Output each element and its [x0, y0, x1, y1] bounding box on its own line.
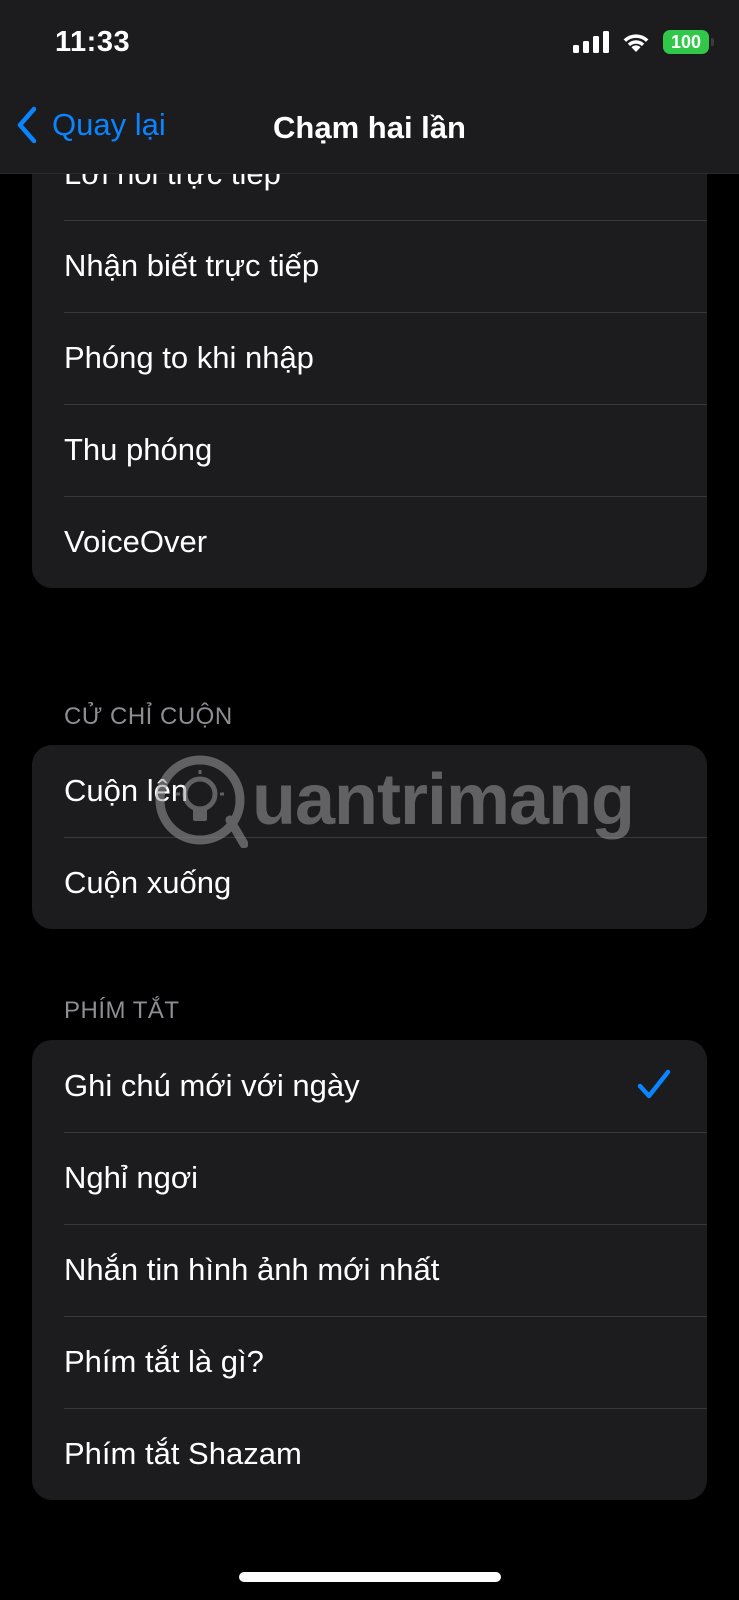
list-item-label: Phím tắt Shazam	[64, 1436, 302, 1471]
list-item-label: Thu phóng	[64, 432, 213, 467]
list-item[interactable]: Cuộn xuống	[32, 837, 707, 929]
list-item[interactable]: Ghi chú mới với ngày	[32, 1040, 707, 1132]
list-item-label: Phím tắt là gì?	[64, 1344, 264, 1379]
list-item[interactable]: Nhắn tin hình ảnh mới nhất	[32, 1224, 707, 1316]
list-item[interactable]: Phím tắt là gì?	[32, 1316, 707, 1408]
wifi-icon	[623, 34, 649, 52]
list-item-label: Ghi chú mới với ngày	[64, 1068, 360, 1103]
list-item[interactable]: Phóng to khi nhập	[32, 312, 707, 404]
section-header-scroll: CỬ CHỈ CUỘN	[64, 703, 233, 730]
list-item-label: Nhận biết trực tiếp	[64, 248, 320, 283]
list-item[interactable]: Phím tắt Shazam	[32, 1408, 707, 1500]
lightbulb-logo-icon	[155, 755, 248, 848]
section-header-shortcuts: PHÍM TẮT	[64, 997, 180, 1024]
options-group-shortcuts: Ghi chú mới với ngày Nghỉ ngơi Nhắn tin …	[32, 1040, 707, 1500]
signal-icon	[573, 31, 609, 53]
navigation-header: 11:33 100 Quay lại Chạm hai lần	[0, 0, 739, 174]
battery-level: 100	[670, 31, 702, 52]
battery-tip	[711, 38, 714, 46]
status-time: 11:33	[55, 26, 131, 58]
watermark: uantrimang	[152, 752, 635, 848]
watermark-text: uantrimang	[252, 760, 635, 840]
list-item[interactable]: VoiceOver	[32, 496, 707, 588]
home-indicator[interactable]	[239, 1572, 501, 1582]
list-item-label: Nhắn tin hình ảnh mới nhất	[64, 1252, 440, 1287]
list-item-label: Phóng to khi nhập	[64, 340, 314, 375]
list-item[interactable]: Nhận biết trực tiếp	[32, 220, 707, 312]
list-item-label: VoiceOver	[64, 524, 208, 559]
page-title: Chạm hai lần	[273, 110, 466, 145]
status-indicators: 100	[573, 30, 714, 54]
battery-icon: 100	[663, 30, 714, 54]
checkmark-icon	[637, 1069, 671, 1099]
list-item[interactable]: Thu phóng	[32, 404, 707, 496]
list-item-label: Cuộn xuống	[64, 865, 232, 900]
list-item-label: Nghỉ ngơi	[64, 1160, 199, 1195]
options-group-top: Lời nói trực tiếp Nhận biết trực tiếp Ph…	[32, 128, 707, 588]
list-item[interactable]: Nghỉ ngơi	[32, 1132, 707, 1224]
